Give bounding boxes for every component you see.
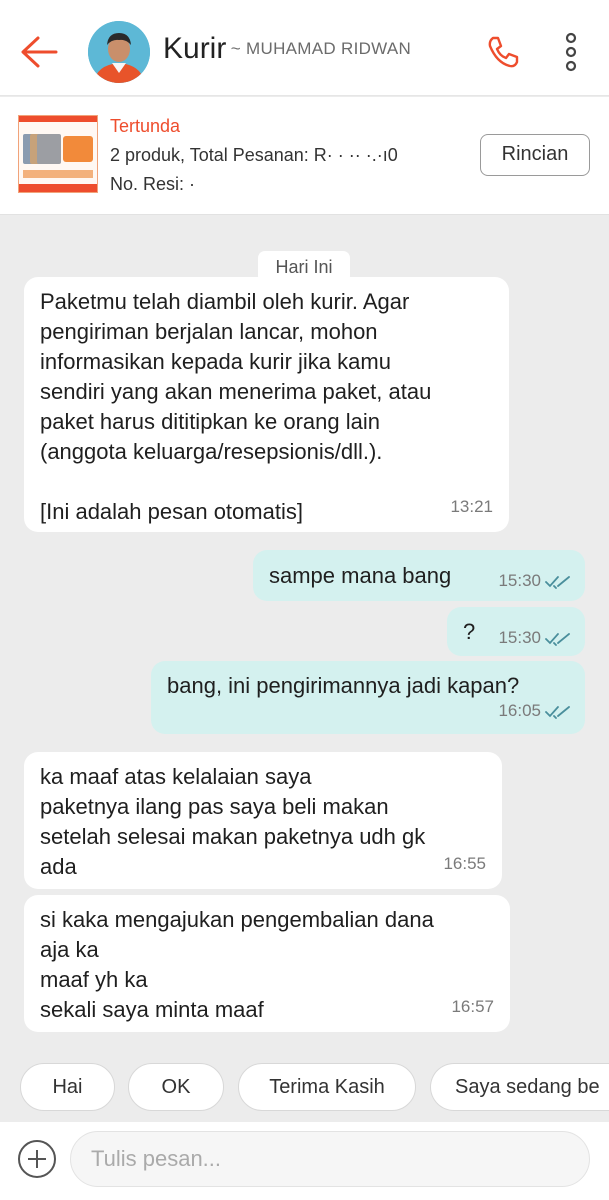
contact-name: ~ MUHAMAD RIDWAN (230, 39, 412, 58)
more-options-icon[interactable] (560, 32, 582, 72)
message-text: si kaka mengajukan pengembalian dana aja… (40, 907, 434, 1022)
message-bubble-incoming[interactable]: ka maaf atas kelalaian saya paketnya ila… (24, 752, 502, 889)
message-time: 16:55 (443, 854, 486, 873)
tracking-number: No. Resi: · (110, 174, 196, 194)
message-meta: 15:30 (498, 566, 571, 596)
order-card[interactable]: Tertunda 2 produk, Total Pesanan: R· · ·… (0, 97, 609, 215)
phone-icon[interactable] (485, 34, 521, 70)
message-text: sampe mana bang (269, 563, 452, 588)
message-time: 15:30 (498, 628, 541, 647)
message-bubble-outgoing[interactable]: bang, ini pengirimannya jadi kapan? 16:0… (151, 661, 585, 734)
contact-role: Kurir (163, 32, 227, 65)
message-time: 16:05 (498, 701, 541, 720)
message-bubble-outgoing[interactable]: sampe mana bang 15:30 (253, 550, 585, 601)
order-status: Tertunda (110, 116, 181, 136)
chat-header: Kurir ~ MUHAMAD RIDWAN (0, 0, 609, 96)
message-input[interactable]: Tulis pesan... (70, 1131, 590, 1187)
message-bubble-incoming[interactable]: Paketmu telah diambil oleh kurir. Agar p… (24, 277, 509, 532)
avatar[interactable] (88, 21, 150, 83)
quick-replies: Hai OK Terima Kasih Saya sedang be (0, 1052, 609, 1122)
message-bubble-incoming[interactable]: si kaka mengajukan pengembalian dana aja… (24, 895, 510, 1032)
message-text: ka maaf atas kelalaian saya paketnya ila… (40, 764, 426, 879)
read-receipt-icon (545, 705, 570, 719)
quick-reply-chip[interactable]: Hai (20, 1063, 115, 1111)
message-time: 16:57 (451, 997, 494, 1016)
message-meta: 15:30 (498, 623, 571, 653)
add-attachment-icon[interactable] (18, 1140, 56, 1178)
message-composer: Tulis pesan... (0, 1122, 609, 1200)
message-text: Paketmu telah diambil oleh kurir. Agar p… (40, 289, 432, 524)
message-meta: 16:05 (498, 696, 571, 726)
read-receipt-icon (545, 575, 570, 589)
back-arrow-icon[interactable] (18, 32, 58, 72)
read-receipt-icon (545, 632, 570, 646)
product-thumbnail (18, 115, 98, 193)
quick-reply-chip[interactable]: OK (128, 1063, 224, 1111)
quick-reply-chip[interactable]: Saya sedang be (430, 1063, 609, 1111)
message-bubble-outgoing[interactable]: ? 15:30 (447, 607, 585, 656)
message-time: 15:30 (498, 571, 541, 590)
message-time: 13:21 (450, 497, 493, 516)
order-summary: 2 produk, Total Pesanan: R· · ·· ·.·ı0 (110, 145, 398, 165)
details-button[interactable]: Rincian (480, 134, 590, 176)
quick-reply-chip[interactable]: Terima Kasih (238, 1063, 416, 1111)
chat-title: Kurir ~ MUHAMAD RIDWAN (163, 32, 411, 66)
message-text: ? (463, 619, 476, 644)
